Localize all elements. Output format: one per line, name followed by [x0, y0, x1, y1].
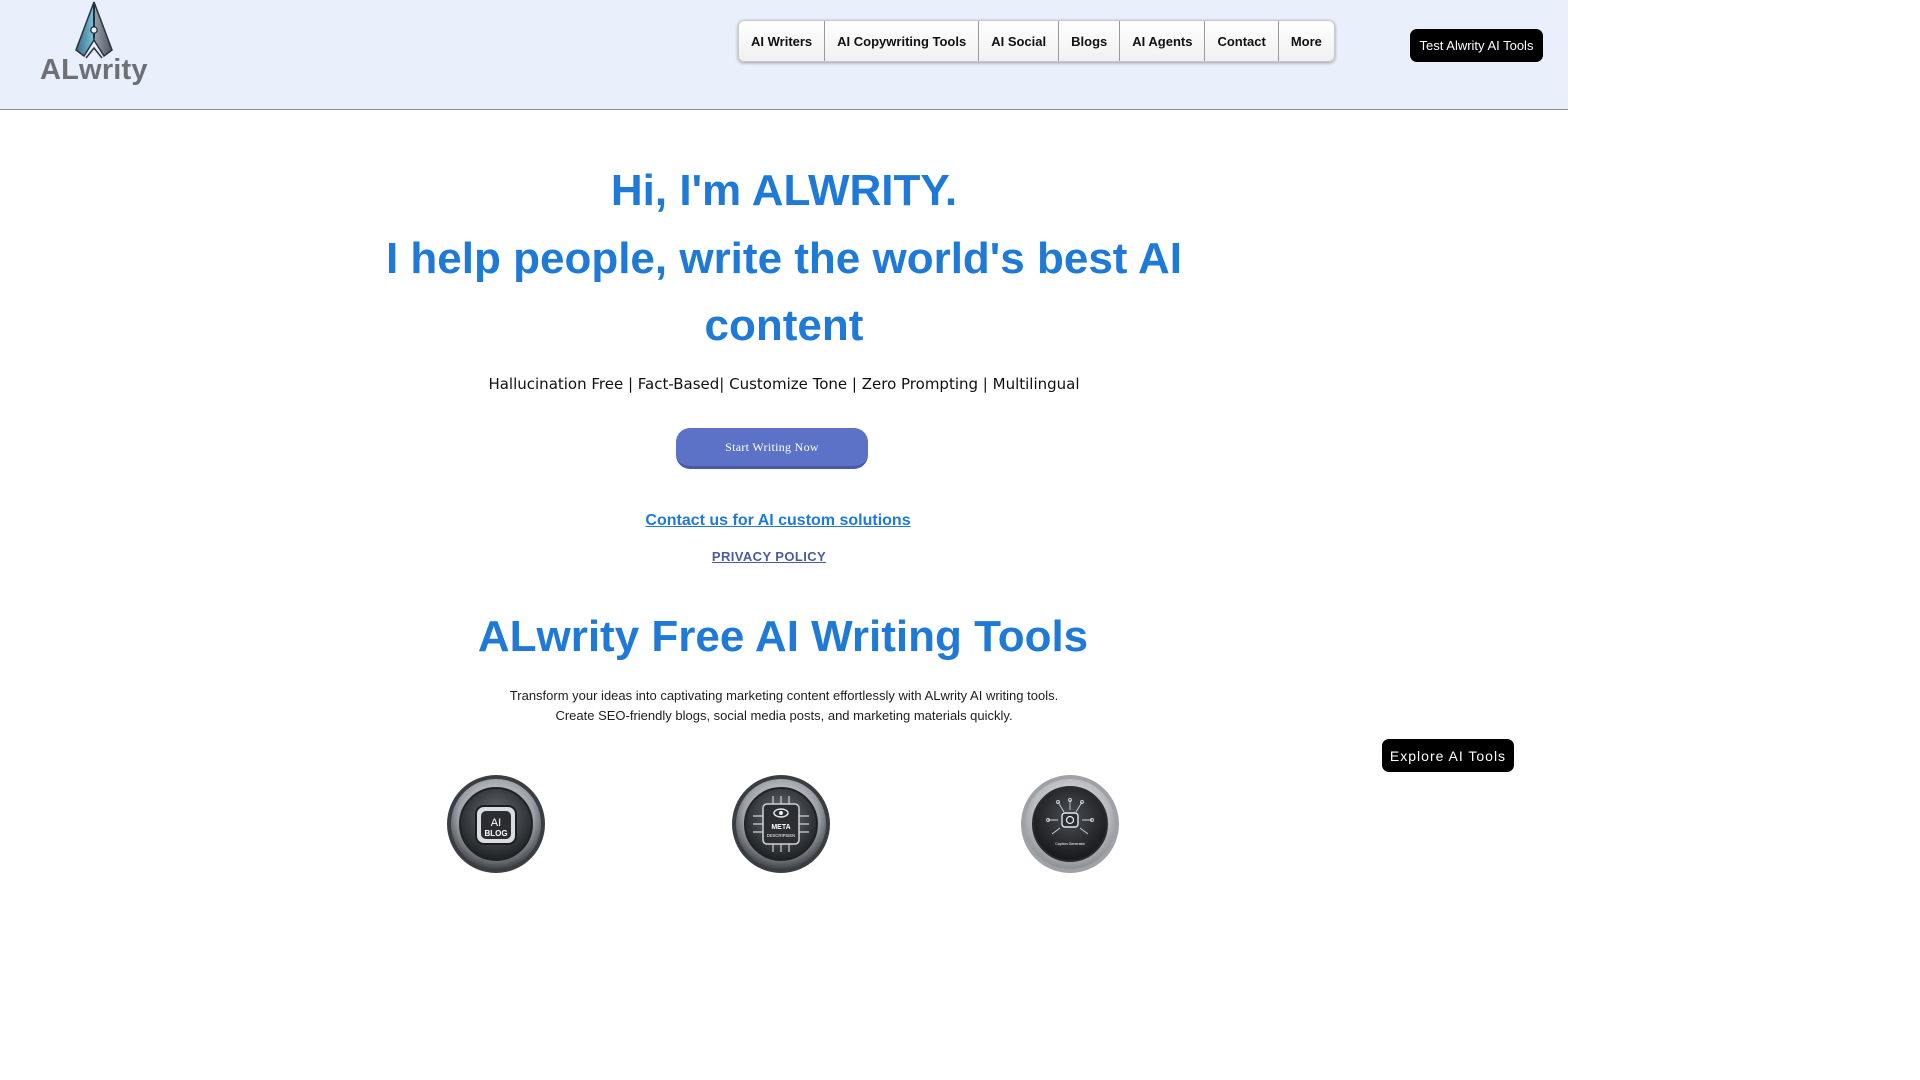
nav-item-ai-copywriting-tools[interactable]: AI Copywriting Tools: [825, 21, 980, 61]
hero-heading-line-2: I help people, write the world's best AI: [385, 234, 1183, 283]
caption-generator-icon[interactable]: Caption Generator: [1020, 774, 1120, 874]
nav-item-contact[interactable]: Contact: [1205, 21, 1279, 61]
site-header: ALwrity AI Writers AI Copywriting Tools …: [0, 0, 1568, 110]
meta-description-icon[interactable]: META DESCRIPSIEN: [731, 774, 831, 874]
test-alwrity-tools-button[interactable]: Test Alwrity AI Tools: [1410, 29, 1543, 62]
logo-text: ALwrity: [40, 54, 148, 86]
tools-description-line-2: Create SEO-friendly blogs, social media …: [555, 708, 1013, 723]
alwrity-logo[interactable]: ALwrity: [40, 0, 150, 100]
contact-custom-solutions-link[interactable]: Contact us for AI custom solutions: [0, 512, 1556, 530]
nav-item-blogs[interactable]: Blogs: [1059, 21, 1121, 61]
hero-heading-line-3: content: [704, 301, 864, 350]
ai-blog-icon-label-top: AI: [491, 817, 501, 829]
hero-heading-line-1: Hi, I'm ALWRITY.: [610, 166, 958, 215]
ai-blog-icon-label-bottom: BLOG: [484, 829, 507, 838]
main-nav: AI Writers AI Copywriting Tools AI Socia…: [738, 20, 1335, 62]
caption-generator-icon-label: Caption Generator: [1055, 842, 1085, 846]
start-writing-button[interactable]: Start Writing Now: [676, 428, 868, 469]
privacy-policy-link[interactable]: PRIVACY POLICY: [0, 549, 1538, 564]
meta-icon-label-top: META: [771, 824, 790, 831]
explore-ai-tools-button[interactable]: Explore AI Tools: [1382, 739, 1514, 772]
nav-item-ai-agents[interactable]: AI Agents: [1120, 21, 1206, 61]
nav-item-ai-writers[interactable]: AI Writers: [739, 21, 826, 61]
nav-item-ai-social[interactable]: AI Social: [979, 21, 1060, 61]
ai-blog-icon[interactable]: AI BLOG: [446, 774, 546, 874]
meta-icon-label-bottom: DESCRIPSIEN: [767, 833, 795, 838]
tools-section-description: Transform your ideas into captivating ma…: [0, 686, 1568, 726]
nav-item-more[interactable]: More: [1279, 21, 1334, 61]
pen-nib-logo-icon: [75, 1, 113, 59]
tools-description-line-1: Transform your ideas into captivating ma…: [509, 688, 1059, 703]
feature-list: Hallucination Free | Fact-Based| Customi…: [488, 375, 1080, 393]
tools-section-title: ALwrity Free AI Writing Tools: [477, 612, 1089, 661]
